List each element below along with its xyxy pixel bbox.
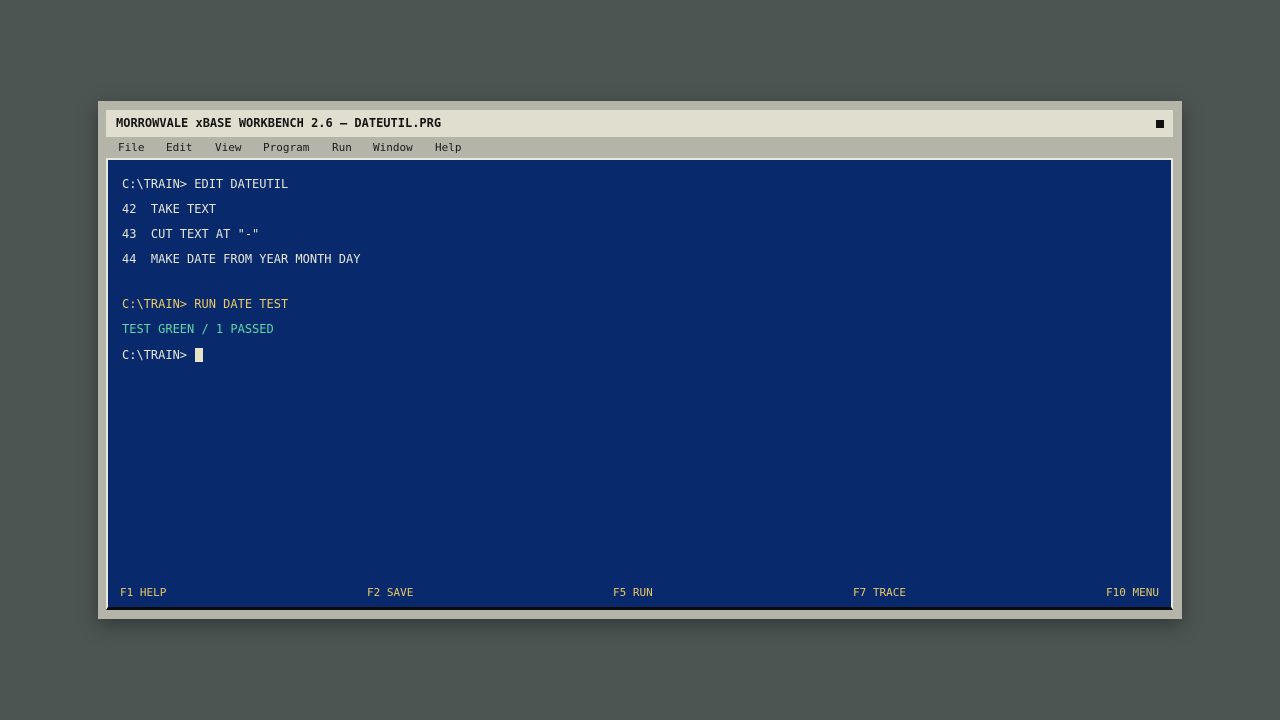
console-line: 42 TAKE TEXT <box>122 202 216 216</box>
console-line: 43 CUT TEXT AT "-" <box>122 227 260 241</box>
console-line: 44 MAKE DATE FROM YEAR MONTH DAY <box>122 252 361 266</box>
close-box-icon[interactable] <box>1156 120 1164 128</box>
menu-help[interactable]: Help <box>435 137 462 158</box>
menu-bar: File Edit View Program Run Window Help <box>106 137 1173 158</box>
fkey-menu[interactable]: F10 MENU <box>1106 586 1159 599</box>
menu-view[interactable]: View <box>215 137 242 158</box>
menu-file[interactable]: File <box>118 137 145 158</box>
prompt-line[interactable]: C:\TRAIN> <box>122 348 204 362</box>
test-result-line: TEST GREEN / 1 PASSED <box>122 322 274 336</box>
fkey-run[interactable]: F5 RUN <box>613 586 653 599</box>
console-line: C:\TRAIN> EDIT DATEUTIL <box>122 177 289 191</box>
menu-program[interactable]: Program <box>263 137 309 158</box>
menu-run[interactable]: Run <box>332 137 352 158</box>
fkey-trace[interactable]: F7 TRACE <box>853 586 906 599</box>
text-cursor <box>195 348 204 362</box>
menu-edit[interactable]: Edit <box>166 137 193 158</box>
app-window: MORROWVALE xBASE WORKBENCH 2.6 — DATEUTI… <box>98 101 1182 619</box>
menu-window[interactable]: Window <box>373 137 413 158</box>
console-screen[interactable]: C:\TRAIN> EDIT DATEUTIL 42 TAKE TEXT 43 … <box>106 158 1173 610</box>
prompt-text: C:\TRAIN> <box>122 348 195 362</box>
window-title: MORROWVALE xBASE WORKBENCH 2.6 — DATEUTI… <box>116 116 442 130</box>
console-line: C:\TRAIN> RUN DATE TEST <box>122 297 289 311</box>
title-bar: MORROWVALE xBASE WORKBENCH 2.6 — DATEUTI… <box>106 110 1173 137</box>
fkey-help[interactable]: F1 HELP <box>120 586 166 599</box>
fkey-save[interactable]: F2 SAVE <box>367 586 413 599</box>
